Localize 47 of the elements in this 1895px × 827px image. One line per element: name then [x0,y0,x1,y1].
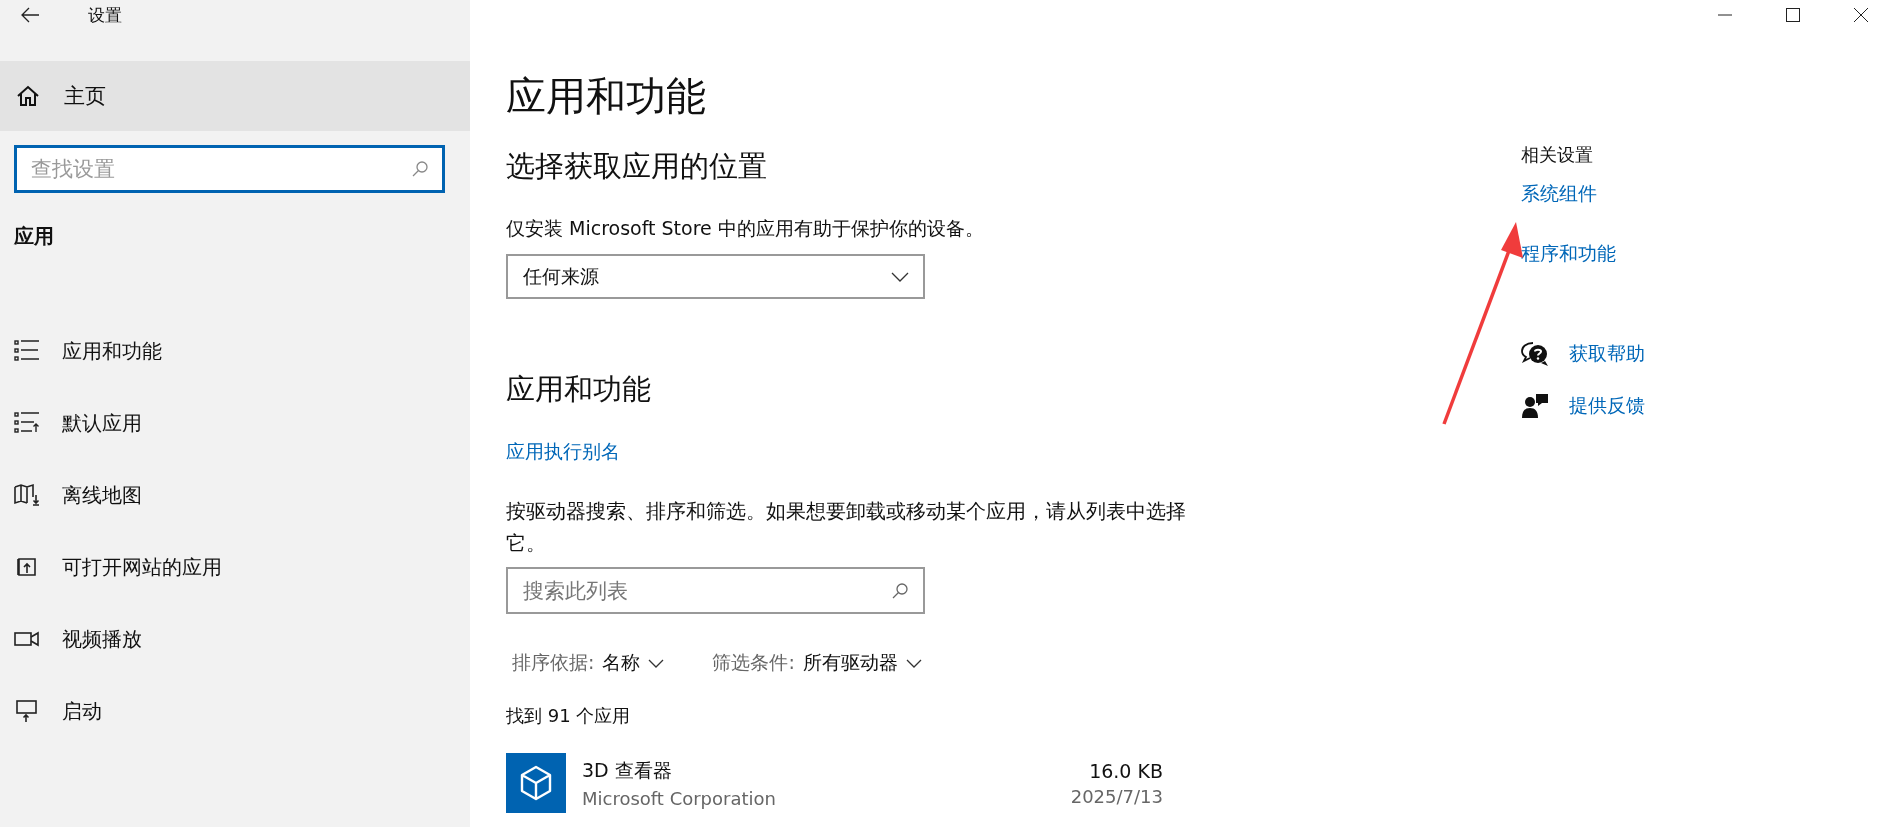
related-link[interactable]: 程序和功能 [1521,241,1616,267]
app-date: 2025/7/13 [1070,785,1163,807]
app-list-item[interactable]: 3D 查看器 Microsoft Corporation 16.0 KB 2025/7/13 [506,752,1163,814]
nav-item[interactable]: 启动 [0,675,470,747]
app-size: 16.0 KB [1089,759,1163,782]
support-link[interactable]: 获取帮助 [1569,341,1645,367]
home-item[interactable]: 主页 [0,61,470,131]
person-speech-icon [1521,393,1549,419]
minimize-icon [1718,14,1732,16]
window-title: 设置 [88,3,122,27]
source-dropdown[interactable]: 任何来源 [506,254,925,299]
maximize-icon [1786,8,1800,22]
settings-search-field[interactable]: 查找设置 [14,145,445,193]
section-heading: 选择获取应用的位置 [506,148,767,184]
nav-item[interactable]: 可打开网站的应用 [0,531,470,603]
home-icon [16,85,40,107]
search-icon [411,160,429,178]
nav-item[interactable]: 应用和功能 [0,315,470,387]
list-search-field[interactable]: 搜索此列表 [506,567,925,614]
filter-dropdown[interactable]: 筛选条件: 所有驱动器 [712,650,922,676]
section-heading: 应用和功能 [506,371,651,407]
sort-dropdown[interactable]: 排序依据: 名称 [512,650,665,676]
map-icon [14,483,40,507]
nav-item[interactable]: 默认应用 [0,387,470,459]
app-count-text: 找到 91 个应用 [506,704,631,728]
chevron-down-icon [905,658,922,668]
list-arrow-icon [14,411,40,435]
app-name: 3D 查看器 [582,757,673,783]
list-icon [14,339,40,363]
related-link[interactable]: 系统组件 [1521,181,1597,207]
close-icon [1854,8,1868,22]
related-settings-heading: 相关设置 [1521,143,1593,167]
nav-item[interactable]: 离线地图 [0,459,470,531]
support-link[interactable]: 提供反馈 [1569,393,1645,419]
search-icon [891,582,909,600]
page-title: 应用和功能 [506,72,706,120]
description-text: 仅安装 Microsoft Store 中的应用有助于保护你的设备。 [506,216,984,240]
chevron-down-icon [891,271,909,282]
description-text: 按驱动器搜索、排序和筛选。如果想要卸载或移动某个应用，请从列表中选择它。 [506,498,1187,557]
chevron-down-icon [648,658,665,668]
app-publisher: Microsoft Corporation [582,787,777,809]
nav-item[interactable]: 视频播放 [0,603,470,675]
app-tile-icon [506,753,566,813]
chat-question-icon [1521,341,1549,367]
monitor-arrow-icon [14,699,40,723]
section-heading: 应用 [14,223,55,249]
app-alias-link[interactable]: 应用执行别名 [506,439,620,465]
